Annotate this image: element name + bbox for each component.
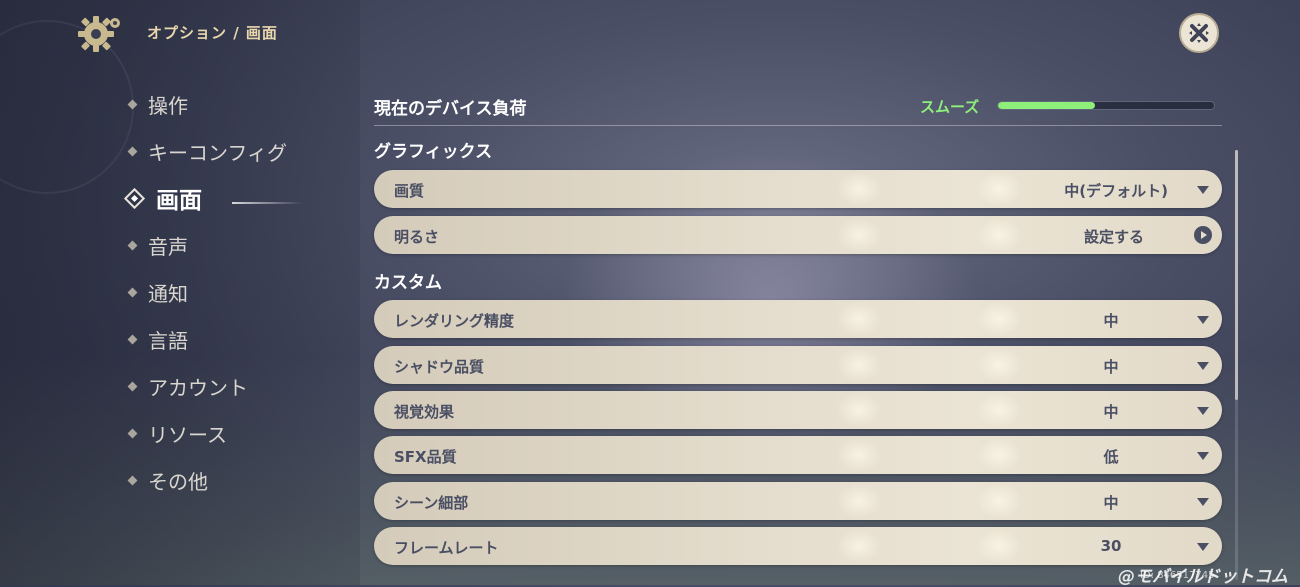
- setting-row-visual-effects[interactable]: 視覚効果 中: [374, 391, 1222, 429]
- sidebar-item-key-config[interactable]: キーコンフィグ: [126, 131, 287, 171]
- close-button[interactable]: [1179, 13, 1219, 53]
- divider: [374, 125, 1222, 126]
- sidebar-item-account[interactable]: アカウント: [126, 366, 248, 406]
- device-load-status: スムーズ: [920, 98, 980, 116]
- uid-text: ID: 846517745: [1140, 570, 1215, 581]
- sidebar-item-label: 音声: [148, 234, 188, 259]
- caret-down-icon: [1197, 316, 1209, 324]
- caret-down-icon: [1197, 452, 1209, 460]
- setting-label: フレームレート: [394, 539, 499, 557]
- setting-label: シーン細部: [394, 494, 469, 512]
- setting-row-sfx-quality[interactable]: SFX品質 低: [374, 436, 1222, 474]
- setting-value: 30: [1100, 537, 1122, 555]
- setting-label: シャドウ品質: [394, 358, 485, 376]
- gear-icon: [78, 14, 120, 54]
- section-title-graphics: グラフィックス: [374, 142, 493, 162]
- sidebar-item-label: 操作: [148, 93, 188, 118]
- caret-down-icon: [1197, 186, 1209, 194]
- sidebar-item-audio[interactable]: 音声: [126, 225, 188, 265]
- setting-value: 低: [1103, 448, 1119, 466]
- device-load-bar-fill: [998, 102, 1096, 109]
- setting-row-scene-detail[interactable]: シーン細部 中: [374, 482, 1222, 520]
- sidebar-item-label: キーコンフィグ: [148, 140, 287, 165]
- setting-label: 視覚効果: [394, 403, 455, 421]
- diamond-selected-icon: [123, 187, 146, 209]
- diamond-bullet-icon: [127, 428, 138, 438]
- sidebar-item-resources[interactable]: リソース: [126, 413, 227, 453]
- diamond-bullet-icon: [127, 287, 138, 297]
- diamond-bullet-icon: [127, 475, 138, 485]
- setting-label: 明るさ: [394, 228, 440, 246]
- setting-value: 中: [1103, 403, 1119, 421]
- sidebar-item-label: 画面: [156, 188, 202, 214]
- scrollbar-thumb[interactable]: [1235, 150, 1238, 400]
- arrow-right-circle-icon: [1194, 226, 1212, 244]
- setting-value: 設定する: [1083, 228, 1144, 246]
- sidebar-item-label: 言語: [148, 328, 188, 353]
- setting-row-render-resolution[interactable]: レンダリング精度 中: [374, 300, 1222, 338]
- setting-row-shadow-quality[interactable]: シャドウ品質 中: [374, 346, 1222, 384]
- setting-row-quality[interactable]: 画質 中(デフォルト): [374, 170, 1222, 208]
- sidebar-item-label: アカウント: [148, 375, 248, 400]
- diamond-bullet-icon: [127, 240, 138, 250]
- sidebar-item-label: リソース: [148, 422, 227, 447]
- sidebar-item-graphics[interactable]: 画面: [123, 178, 202, 218]
- close-icon: [1189, 23, 1209, 43]
- caret-down-icon: [1197, 543, 1209, 551]
- sidebar-item-label: 通知: [148, 281, 188, 306]
- device-load-title: 現在のデバイス負荷: [374, 99, 527, 119]
- active-item-trail: [232, 202, 302, 204]
- setting-label: SFX品質: [394, 448, 457, 466]
- diamond-bullet-icon: [127, 334, 138, 344]
- caret-down-icon: [1197, 407, 1209, 415]
- breadcrumb: オプション / 画面: [147, 24, 278, 42]
- setting-value: 中(デフォルト): [1064, 182, 1168, 200]
- section-title-custom: カスタム: [374, 273, 442, 293]
- setting-label: レンダリング精度: [394, 312, 515, 330]
- sidebar-item-notifications[interactable]: 通知: [126, 272, 188, 312]
- sidebar-item-label: その他: [148, 469, 208, 494]
- setting-row-frame-rate[interactable]: フレームレート 30: [374, 527, 1222, 565]
- setting-value: 中: [1103, 494, 1119, 512]
- caret-down-icon: [1197, 498, 1209, 506]
- diamond-bullet-icon: [127, 99, 138, 109]
- sidebar-item-controls[interactable]: 操作: [126, 84, 188, 124]
- setting-value: 中: [1103, 312, 1119, 330]
- sidebar-item-language[interactable]: 言語: [126, 319, 188, 359]
- device-load-bar: [997, 101, 1215, 110]
- sidebar-item-other[interactable]: その他: [126, 460, 208, 500]
- caret-down-icon: [1197, 362, 1209, 370]
- setting-value: 中: [1103, 358, 1119, 376]
- setting-row-brightness[interactable]: 明るさ 設定する: [374, 216, 1222, 254]
- setting-label: 画質: [394, 182, 425, 200]
- diamond-bullet-icon: [127, 146, 138, 156]
- diamond-bullet-icon: [127, 381, 138, 391]
- scrollbar[interactable]: [1235, 150, 1238, 580]
